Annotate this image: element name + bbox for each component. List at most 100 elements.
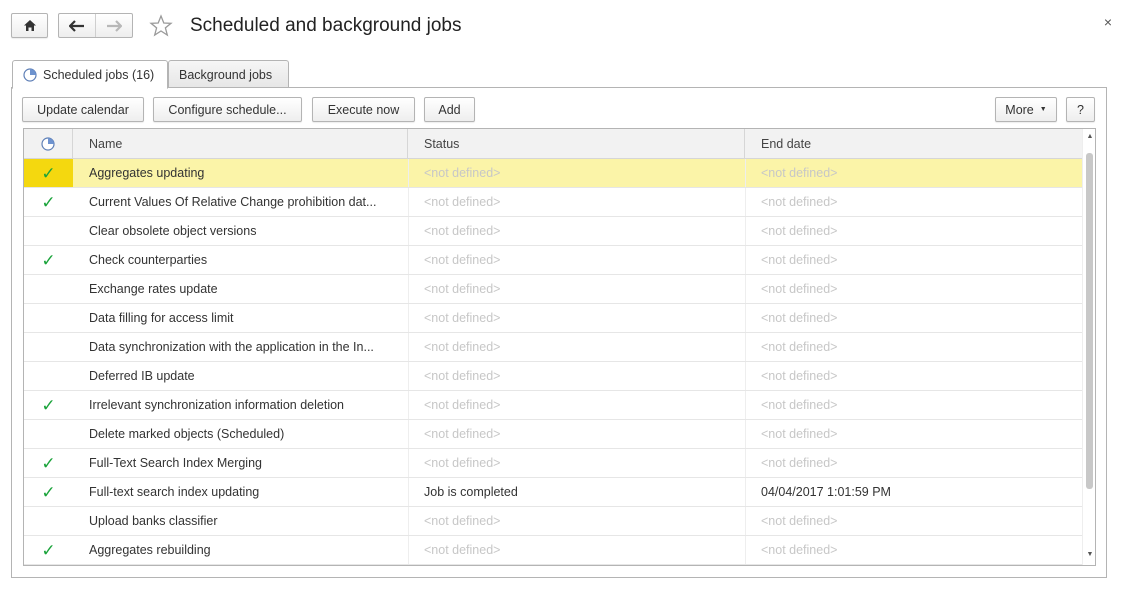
- column-header-end-date[interactable]: End date: [745, 129, 1082, 159]
- configure-schedule-button[interactable]: Configure schedule...: [153, 97, 302, 122]
- job-end-date-cell: <not defined>: [761, 195, 838, 209]
- column-divider: [745, 333, 746, 361]
- job-end-date-cell: 04/04/2017 1:01:59 PM: [761, 485, 891, 499]
- job-status-cell: <not defined>: [424, 427, 501, 441]
- checkmark-icon: ✓: [41, 540, 56, 560]
- favorite-button[interactable]: [149, 14, 173, 38]
- table-row[interactable]: Deferred IB update <not defined> <not defi…: [24, 362, 1082, 391]
- page-title: Scheduled and background jobs: [190, 15, 462, 36]
- table-row[interactable]: Exchange rates update <not defined> <not d…: [24, 275, 1082, 304]
- job-name-cell: Exchange rates update: [89, 282, 218, 296]
- job-status-cell: <not defined>: [424, 224, 501, 238]
- column-divider: [408, 478, 409, 506]
- row-status-cell: [24, 507, 73, 535]
- update-calendar-button[interactable]: Update calendar: [22, 97, 144, 122]
- tab-background-jobs[interactable]: Background jobs: [168, 60, 289, 88]
- table-row[interactable]: ✓ Current Values Of Relative Change prohi…: [24, 188, 1082, 217]
- job-name-cell: Upload banks classifier: [89, 514, 218, 528]
- execute-now-button[interactable]: Execute now: [312, 97, 415, 122]
- job-status-cell: <not defined>: [424, 543, 501, 557]
- job-status-cell: <not defined>: [424, 195, 501, 209]
- forward-button[interactable]: [95, 14, 132, 37]
- table-row[interactable]: Delete marked objects (Scheduled) <not de…: [24, 420, 1082, 449]
- add-button[interactable]: Add: [424, 97, 475, 122]
- table-row[interactable]: ✓ Full-Text Search Index Merging <not defi…: [24, 449, 1082, 478]
- close-button[interactable]: ×: [1098, 12, 1118, 32]
- column-divider: [408, 275, 409, 303]
- column-divider: [408, 536, 409, 564]
- row-status-cell: ✓: [24, 449, 73, 477]
- row-status-cell: ✓: [24, 246, 73, 274]
- job-end-date-cell: <not defined>: [761, 282, 838, 296]
- job-end-date-cell: <not defined>: [761, 369, 838, 383]
- job-status-cell: Job is completed: [424, 485, 518, 499]
- column-divider: [408, 159, 409, 187]
- arrow-left-icon: [69, 19, 84, 32]
- column-divider: [745, 159, 746, 187]
- job-end-date-cell: <not defined>: [761, 514, 838, 528]
- home-icon: [23, 20, 36, 31]
- table-row[interactable]: ✓ Aggregates updating <not defined> <not de…: [24, 159, 1082, 188]
- table-row[interactable]: Upload banks classifier <not defined> <not…: [24, 507, 1082, 536]
- column-header-icon[interactable]: [24, 129, 73, 159]
- table-row[interactable]: Data filling for access limit <not define…: [24, 304, 1082, 333]
- column-divider: [408, 362, 409, 390]
- checkmark-icon: ✓: [41, 192, 56, 212]
- column-divider: [408, 420, 409, 448]
- column-divider: [745, 217, 746, 245]
- row-status-cell: [24, 333, 73, 361]
- job-name-cell: Full-text search index updating: [89, 485, 260, 499]
- checkmark-icon: ✓: [41, 482, 56, 502]
- home-button[interactable]: [11, 13, 48, 38]
- help-button[interactable]: ?: [1066, 97, 1095, 122]
- back-button[interactable]: [59, 14, 95, 37]
- row-status-cell: [24, 275, 73, 303]
- row-status-cell: ✓: [24, 391, 73, 419]
- scroll-up-icon[interactable]: ▲: [1083, 131, 1095, 143]
- checkmark-icon: ✓: [41, 163, 56, 183]
- column-divider: [408, 333, 409, 361]
- job-name-cell: Check counterparties: [89, 253, 208, 267]
- tab-scheduled-jobs[interactable]: Scheduled jobs (16): [12, 60, 168, 89]
- row-status-cell: ✓: [24, 159, 73, 187]
- column-divider: [408, 246, 409, 274]
- table-row[interactable]: ✓ Aggregates rebuilding <not defined> <not …: [24, 536, 1082, 565]
- job-end-date-cell: <not defined>: [761, 543, 838, 557]
- checkmark-icon: ✓: [41, 395, 56, 415]
- column-divider: [408, 449, 409, 477]
- row-status-cell: [24, 304, 73, 332]
- more-button[interactable]: More ▼: [995, 97, 1057, 122]
- job-status-cell: <not defined>: [424, 340, 501, 354]
- job-end-date-cell: <not defined>: [761, 311, 838, 325]
- job-name-cell: Delete marked objects (Scheduled): [89, 427, 285, 441]
- column-divider: [745, 391, 746, 419]
- job-end-date-cell: <not defined>: [761, 253, 838, 267]
- scrollbar-thumb[interactable]: [1086, 153, 1093, 489]
- scroll-down-icon[interactable]: ▼: [1083, 549, 1095, 561]
- table-row[interactable]: Clear obsolete object versions <not defin…: [24, 217, 1082, 246]
- caret-down-icon: ▼: [1039, 106, 1047, 113]
- table-row[interactable]: ✓ Full-text search index updating Job is c…: [24, 478, 1082, 507]
- table-header: Name Status End date: [24, 129, 1082, 159]
- column-divider: [745, 362, 746, 390]
- checkmark-icon: ✓: [41, 250, 56, 270]
- row-status-cell: ✓: [24, 478, 73, 506]
- table-row[interactable]: ✓ Check counterparties <not defined> <not d…: [24, 246, 1082, 275]
- job-name-cell: Clear obsolete object versions: [89, 224, 257, 238]
- table-row[interactable]: ✓ Irrelevant synchronization information …: [24, 391, 1082, 420]
- job-end-date-cell: <not defined>: [761, 456, 838, 470]
- vertical-scrollbar[interactable]: ▲ ▼: [1082, 129, 1095, 565]
- job-name-cell: Deferred IB update: [89, 369, 195, 383]
- column-header-status[interactable]: Status: [408, 129, 745, 159]
- column-divider: [745, 275, 746, 303]
- job-status-cell: <not defined>: [424, 166, 501, 180]
- column-divider: [745, 449, 746, 477]
- column-header-name[interactable]: Name: [73, 129, 408, 159]
- table-row[interactable]: Data synchronization with the applicatio…: [24, 333, 1082, 362]
- job-status-cell: <not defined>: [424, 514, 501, 528]
- row-status-cell: [24, 217, 73, 245]
- job-end-date-cell: <not defined>: [761, 224, 838, 238]
- arrow-right-icon: [107, 19, 122, 32]
- column-divider: [745, 304, 746, 332]
- star-icon: [149, 14, 173, 37]
